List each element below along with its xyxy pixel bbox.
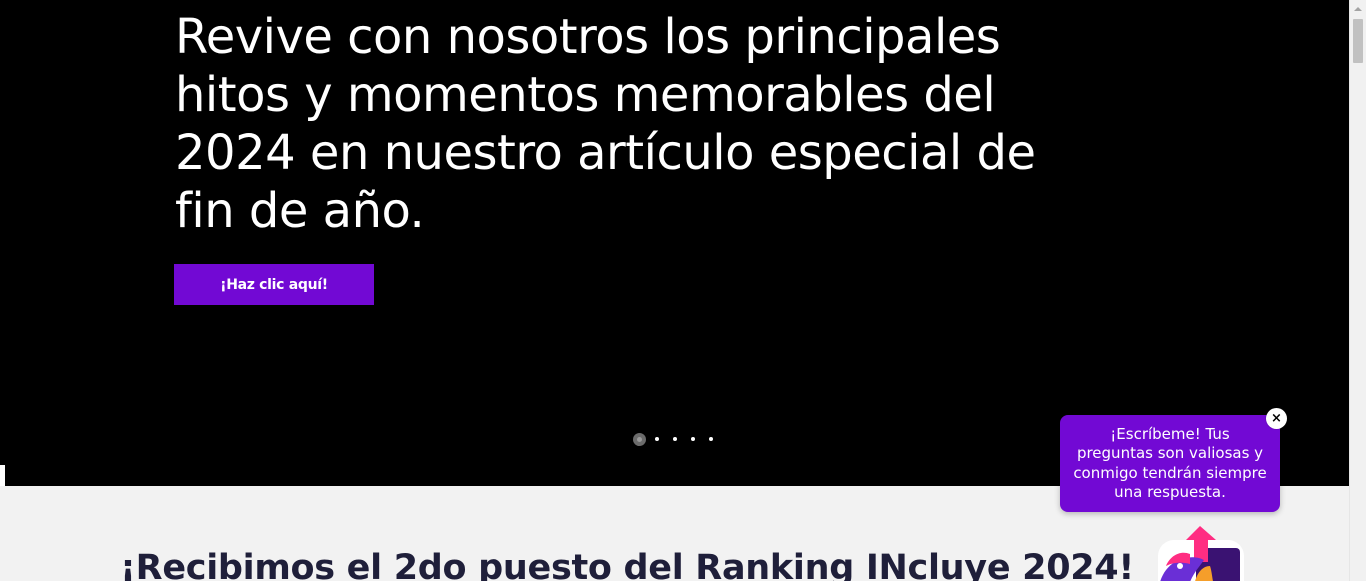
hero-title: Revive con nosotros los principales hito… — [175, 9, 1036, 239]
hero-cta-button[interactable]: ¡Haz clic aquí! — [174, 264, 374, 305]
chat-prompt-bubble[interactable]: ¡Escríbeme! Tus preguntas son valiosas y… — [1060, 415, 1280, 512]
slider-dot-2[interactable] — [655, 437, 659, 441]
slider-dot-4[interactable] — [691, 437, 695, 441]
ranking-section-title: ¡Recibimos el 2do puesto del Ranking INc… — [120, 548, 1135, 581]
scrollbar-thumb[interactable] — [1353, 19, 1363, 63]
slider-dot-3[interactable] — [673, 437, 677, 441]
chevron-up-icon[interactable] — [1350, 0, 1366, 17]
ranking-badge-logo — [1158, 526, 1244, 581]
close-icon[interactable]: × — [1266, 408, 1287, 429]
page-viewport: Revive con nosotros los principales hito… — [0, 0, 1349, 581]
slider-dot-5[interactable] — [709, 437, 713, 441]
hero-slider: Revive con nosotros los principales hito… — [0, 0, 1349, 486]
slider-pagination — [633, 432, 727, 446]
hero-edge-notch — [0, 465, 5, 486]
slider-dot-1[interactable] — [633, 432, 646, 446]
vertical-scrollbar[interactable] — [1349, 0, 1366, 581]
